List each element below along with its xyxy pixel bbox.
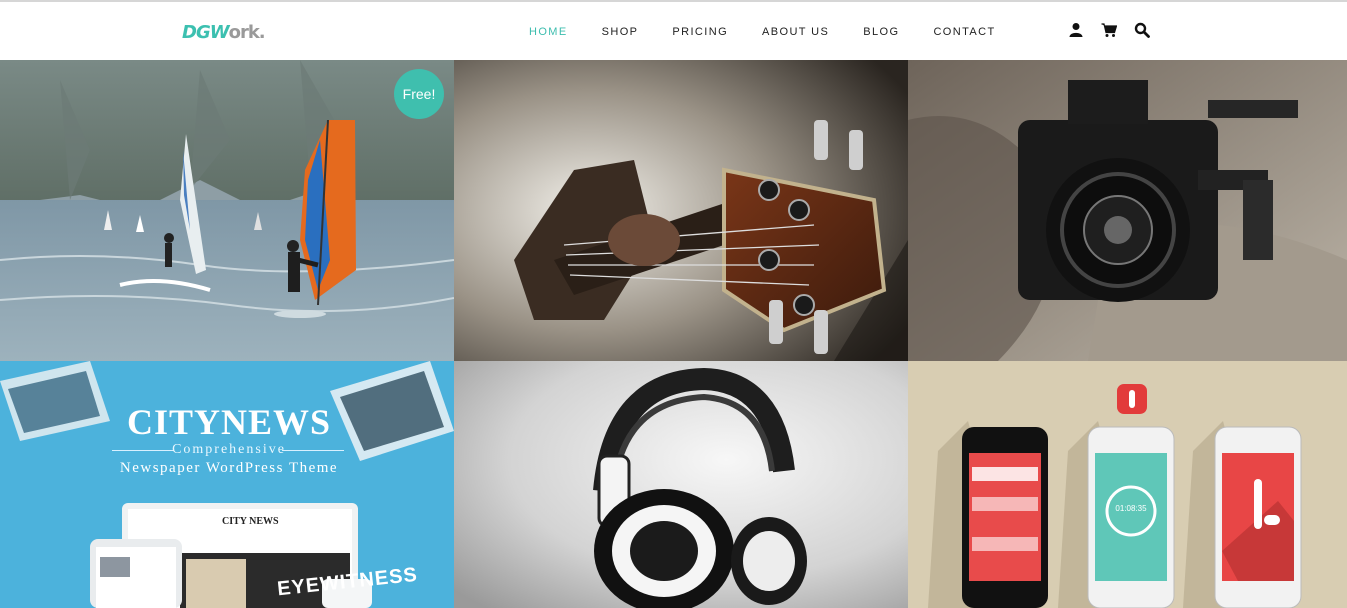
portfolio-item-headphones[interactable] xyxy=(454,361,908,608)
bass-guitar-image xyxy=(454,60,908,361)
search-icon[interactable] xyxy=(1134,22,1150,38)
portfolio-item-bass-guitar[interactable] xyxy=(454,60,908,361)
citynews-mock-header: CITY NEWS xyxy=(222,516,279,527)
headphones-image xyxy=(454,361,908,608)
citynews-subtitle: Comprehensive xyxy=(172,442,286,457)
cart-icon[interactable] xyxy=(1101,22,1118,38)
nav-item-about-us[interactable]: ABOUT US xyxy=(745,2,846,60)
user-icon[interactable] xyxy=(1068,22,1084,38)
video-camera-image xyxy=(908,60,1347,361)
mobile-app-image xyxy=(908,361,1347,608)
free-badge: Free! xyxy=(394,69,444,119)
site-logo[interactable]: DGWork. xyxy=(182,22,266,43)
nav-item-contact[interactable]: CONTACT xyxy=(916,2,1012,60)
citynews-title: CITYNEWS xyxy=(126,402,332,442)
portfolio-item-citynews-theme[interactable]: CITYNEWS Comprehensive Newspaper WordPre… xyxy=(0,361,454,608)
citynews-tagline: Newspaper WordPress Theme xyxy=(119,460,339,476)
main-nav: HOME SHOP PRICING ABOUT US BLOG CONTACT xyxy=(512,2,1013,65)
header-tools xyxy=(1068,22,1150,38)
portfolio-item-mobile-app[interactable]: 01:08:35 xyxy=(908,361,1347,608)
nav-item-shop[interactable]: SHOP xyxy=(585,2,656,60)
logo-part-b: ork. xyxy=(228,22,266,43)
logo-part-a: DGW xyxy=(182,22,230,43)
portfolio-item-video-camera[interactable] xyxy=(908,60,1347,361)
portfolio-grid: Free! CITYNEWS Comprehensive Newspaper W… xyxy=(0,60,1347,608)
windsurfing-image xyxy=(0,60,454,361)
nav-item-pricing[interactable]: PRICING xyxy=(655,2,745,60)
portfolio-item-windsurfing[interactable]: Free! xyxy=(0,60,454,361)
site-header: DGWork. HOME SHOP PRICING ABOUT US BLOG … xyxy=(0,2,1347,65)
nav-item-home[interactable]: HOME xyxy=(512,2,585,65)
nav-item-blog[interactable]: BLOG xyxy=(846,2,916,60)
app-clock-readout: 01:08:35 xyxy=(1115,504,1147,513)
